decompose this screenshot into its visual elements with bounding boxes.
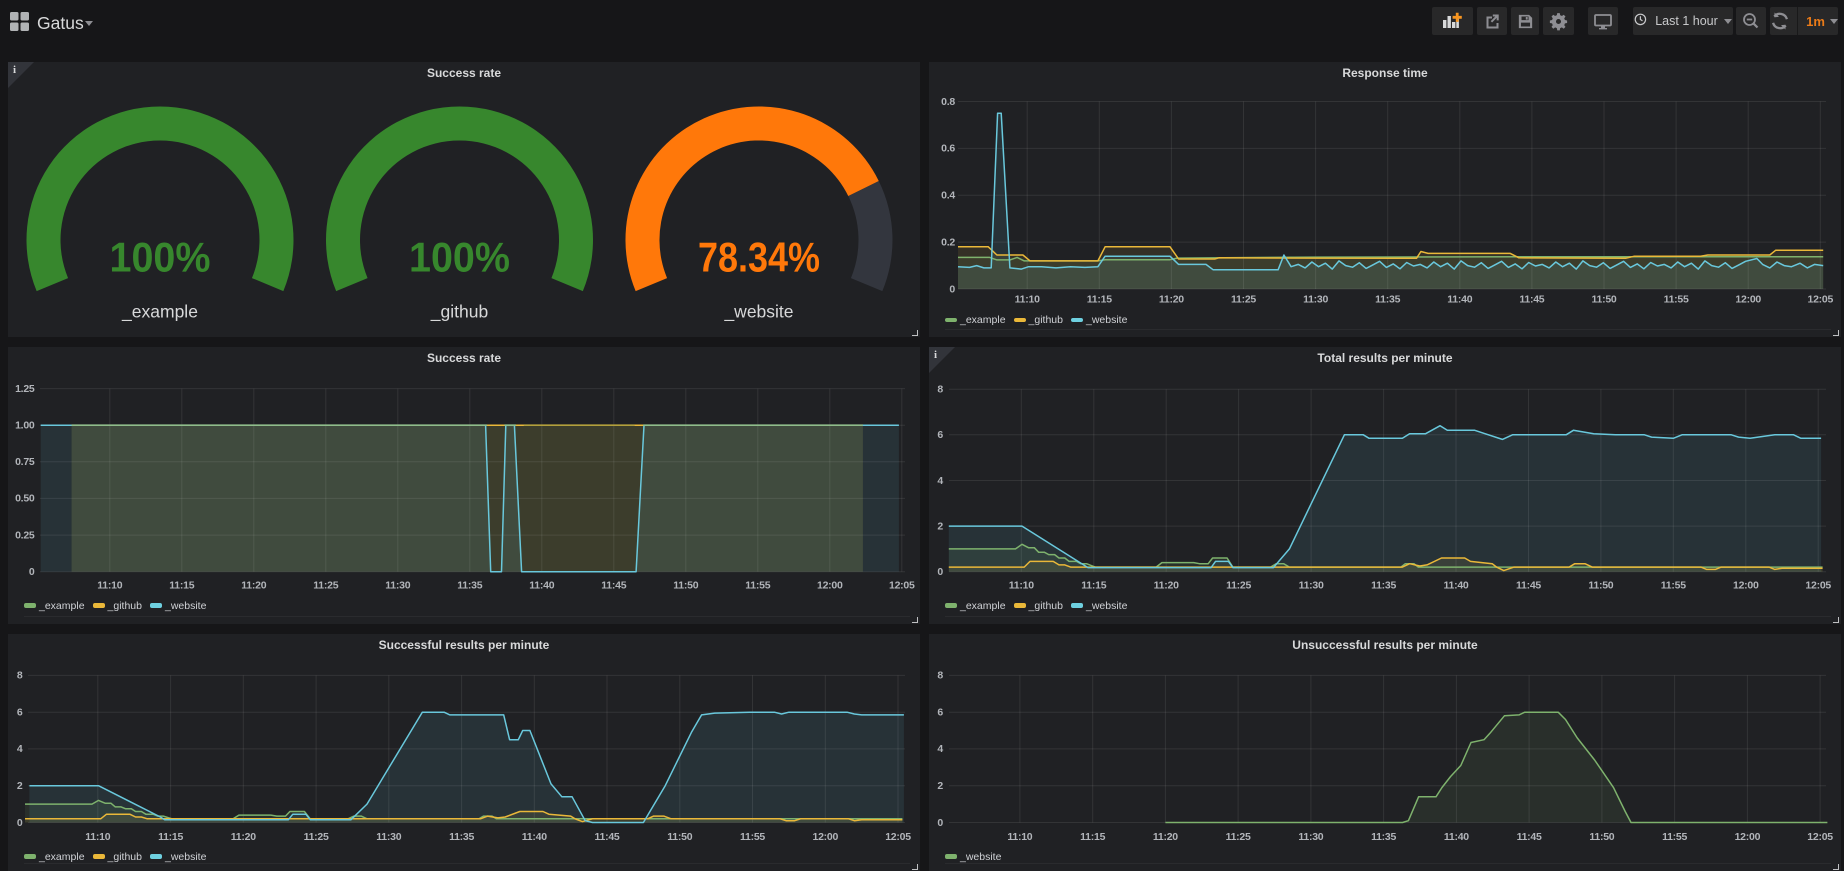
svg-text:11:35: 11:35 [449, 831, 474, 843]
svg-text:12:00: 12:00 [1735, 293, 1761, 305]
svg-text:11:30: 11:30 [376, 831, 401, 843]
svg-text:4: 4 [937, 475, 943, 487]
svg-text:0: 0 [937, 566, 943, 578]
svg-text:_website: _website [723, 302, 793, 323]
svg-text:11:15: 11:15 [158, 831, 183, 843]
svg-text:11:10: 11:10 [1009, 580, 1034, 592]
svg-text:1.00: 1.00 [15, 419, 35, 431]
svg-text:12:05: 12:05 [889, 580, 915, 592]
svg-text:11:45: 11:45 [1517, 831, 1542, 843]
svg-text:11:40: 11:40 [1443, 580, 1468, 592]
svg-text:11:50: 11:50 [1588, 580, 1613, 592]
svg-text:11:55: 11:55 [1662, 831, 1687, 843]
svg-text:_example: _example [121, 302, 198, 323]
svg-text:11:10: 11:10 [85, 831, 110, 843]
svg-text:11:50: 11:50 [1591, 293, 1616, 305]
svg-text:12:00: 12:00 [1735, 831, 1761, 843]
svg-text:11:25: 11:25 [1226, 831, 1251, 843]
svg-text:11:10: 11:10 [97, 580, 122, 592]
svg-text:100%: 100% [110, 233, 211, 280]
svg-text:6: 6 [937, 706, 943, 718]
svg-text:11:30: 11:30 [385, 580, 410, 592]
svg-text:11:20: 11:20 [1159, 293, 1184, 305]
svg-text:11:55: 11:55 [1664, 293, 1689, 305]
svg-text:11:55: 11:55 [1661, 580, 1686, 592]
svg-text:12:05: 12:05 [885, 831, 911, 843]
svg-text:11:20: 11:20 [1154, 580, 1179, 592]
svg-text:11:45: 11:45 [1519, 293, 1544, 305]
svg-text:12:05: 12:05 [1807, 293, 1833, 305]
svg-text:11:55: 11:55 [745, 580, 770, 592]
svg-text:11:40: 11:40 [1447, 293, 1472, 305]
svg-text:0.6: 0.6 [941, 143, 955, 155]
svg-text:1.25: 1.25 [15, 383, 35, 395]
svg-text:2: 2 [937, 780, 943, 792]
svg-text:0: 0 [17, 817, 23, 829]
svg-text:11:25: 11:25 [304, 831, 329, 843]
svg-text:11:15: 11:15 [169, 580, 194, 592]
svg-text:11:20: 11:20 [241, 580, 266, 592]
svg-text:0: 0 [29, 566, 35, 578]
svg-text:0.75: 0.75 [15, 456, 35, 468]
svg-text:11:15: 11:15 [1087, 293, 1112, 305]
svg-text:11:25: 11:25 [1226, 580, 1251, 592]
svg-text:0: 0 [937, 817, 943, 829]
svg-text:11:40: 11:40 [529, 580, 554, 592]
svg-text:11:45: 11:45 [601, 580, 626, 592]
svg-text:11:20: 11:20 [231, 831, 256, 843]
svg-text:11:35: 11:35 [1371, 580, 1396, 592]
svg-text:6: 6 [937, 429, 943, 441]
svg-text:11:15: 11:15 [1081, 580, 1106, 592]
svg-text:11:25: 11:25 [313, 580, 338, 592]
svg-text:12:05: 12:05 [1805, 580, 1831, 592]
svg-text:8: 8 [17, 670, 23, 682]
svg-text:6: 6 [17, 706, 23, 718]
svg-text:11:35: 11:35 [457, 580, 482, 592]
svg-text:_github: _github [430, 302, 488, 323]
svg-text:11:30: 11:30 [1303, 293, 1328, 305]
svg-text:100%: 100% [409, 233, 510, 280]
svg-text:11:50: 11:50 [667, 831, 692, 843]
svg-text:11:55: 11:55 [740, 831, 765, 843]
svg-text:11:40: 11:40 [522, 831, 547, 843]
svg-text:11:10: 11:10 [1015, 293, 1040, 305]
svg-text:0.25: 0.25 [15, 529, 35, 541]
svg-text:12:05: 12:05 [1807, 831, 1833, 843]
svg-text:0.50: 0.50 [15, 493, 35, 505]
svg-text:11:40: 11:40 [1444, 831, 1469, 843]
svg-text:0: 0 [949, 283, 955, 295]
svg-text:8: 8 [937, 670, 943, 682]
svg-text:0.4: 0.4 [941, 189, 955, 201]
svg-text:12:00: 12:00 [812, 831, 838, 843]
svg-text:78.34%: 78.34% [698, 233, 820, 280]
svg-text:11:35: 11:35 [1371, 831, 1396, 843]
svg-text:11:20: 11:20 [1153, 831, 1178, 843]
svg-text:12:00: 12:00 [1733, 580, 1759, 592]
svg-text:11:45: 11:45 [1516, 580, 1541, 592]
svg-text:11:30: 11:30 [1298, 831, 1323, 843]
svg-text:2: 2 [17, 780, 23, 792]
svg-text:11:30: 11:30 [1299, 580, 1324, 592]
svg-text:2: 2 [937, 520, 943, 532]
svg-text:11:45: 11:45 [594, 831, 619, 843]
svg-text:11:25: 11:25 [1231, 293, 1256, 305]
svg-text:4: 4 [937, 743, 943, 755]
svg-text:8: 8 [937, 383, 943, 395]
svg-text:11:50: 11:50 [673, 580, 698, 592]
svg-text:11:35: 11:35 [1375, 293, 1400, 305]
svg-text:11:15: 11:15 [1080, 831, 1105, 843]
svg-text:4: 4 [17, 743, 23, 755]
svg-text:12:00: 12:00 [817, 580, 843, 592]
svg-text:0.8: 0.8 [941, 96, 955, 108]
svg-text:0.2: 0.2 [941, 236, 955, 248]
svg-text:11:10: 11:10 [1007, 831, 1032, 843]
svg-text:11:50: 11:50 [1589, 831, 1614, 843]
